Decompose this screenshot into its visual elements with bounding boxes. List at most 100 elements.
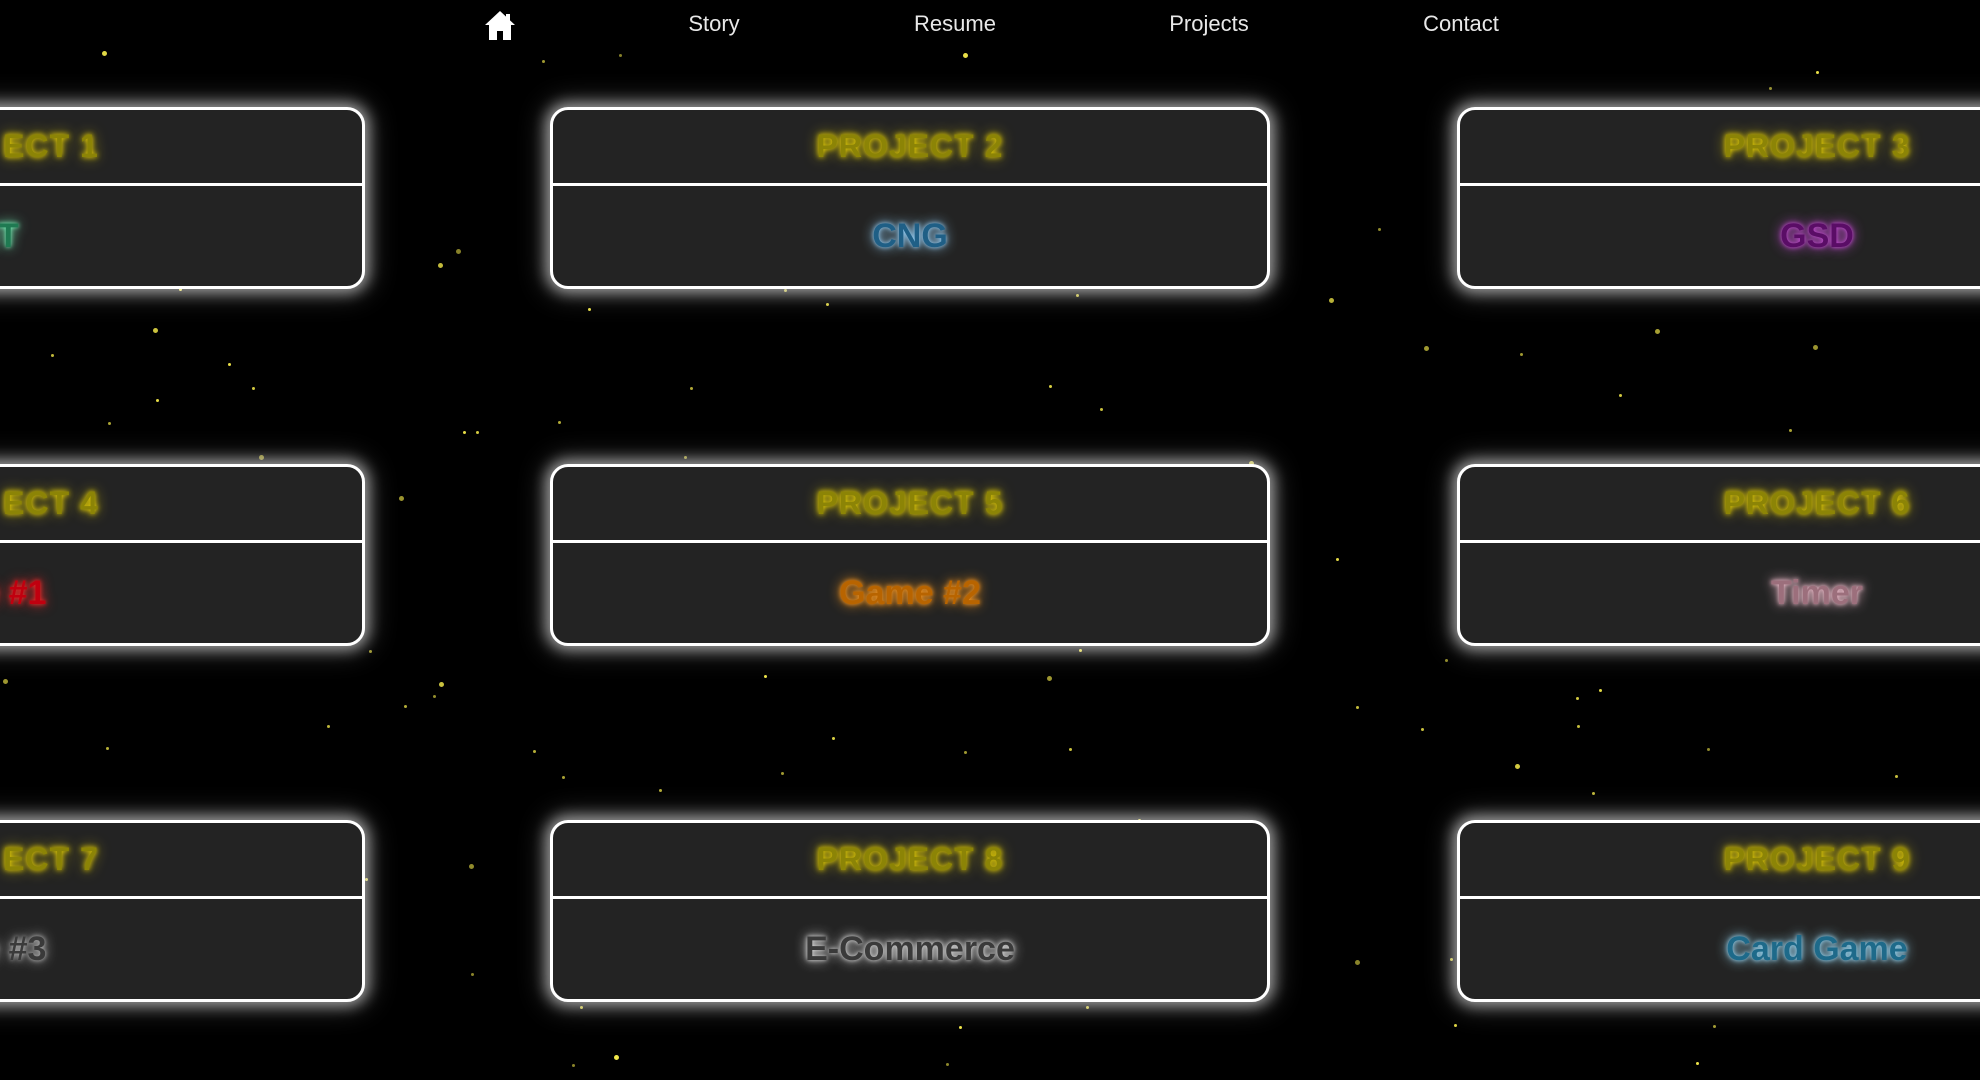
project-title: PROJECT 5 — [816, 485, 1004, 521]
star — [433, 695, 436, 698]
star — [102, 51, 107, 56]
project-name: Card Game — [1726, 929, 1908, 968]
star — [51, 354, 54, 357]
home-link[interactable] — [482, 8, 518, 44]
project-card-body: ne #1 — [0, 543, 362, 643]
projects-page: Story Resume Projects Contact ECT 1 BT P… — [0, 0, 1980, 1080]
star — [1086, 1006, 1089, 1009]
star — [1813, 345, 1818, 350]
star — [469, 864, 474, 869]
star — [659, 789, 662, 792]
project-card-7[interactable]: ECT 7 ne #3 — [0, 820, 365, 1002]
project-title: PROJECT 6 — [1723, 485, 1911, 521]
star — [259, 455, 264, 460]
nav-story[interactable]: Story — [688, 10, 739, 38]
star — [1816, 71, 1819, 74]
project-card-header: PROJECT 8 — [553, 823, 1267, 899]
star — [1577, 725, 1580, 728]
star — [562, 776, 565, 779]
project-name: ne #3 — [0, 929, 47, 968]
star — [3, 679, 8, 684]
project-card-header: PROJECT 2 — [553, 110, 1267, 186]
star — [1655, 329, 1660, 334]
star — [542, 60, 545, 63]
star — [1619, 394, 1622, 397]
star — [1329, 298, 1334, 303]
project-name: GSD — [1780, 216, 1854, 255]
project-card-header: ECT 7 — [0, 823, 362, 899]
star — [439, 682, 444, 687]
project-card-body: Game #2 — [553, 543, 1267, 643]
star — [1454, 1024, 1457, 1027]
project-card-9[interactable]: PROJECT 9 Card Game — [1457, 820, 1980, 1002]
star — [826, 303, 829, 306]
star — [365, 878, 368, 881]
project-name: CNG — [872, 216, 948, 255]
star — [1520, 353, 1523, 356]
project-card-header: ECT 1 — [0, 110, 362, 186]
project-card-1[interactable]: ECT 1 BT — [0, 107, 365, 289]
star — [588, 308, 591, 311]
project-name: Game #2 — [839, 573, 981, 612]
star — [438, 263, 443, 268]
project-card-4[interactable]: ECT 4 ne #1 — [0, 464, 365, 646]
project-card-8[interactable]: PROJECT 8 E-Commerce — [550, 820, 1270, 1002]
star — [690, 387, 693, 390]
project-title: PROJECT 3 — [1723, 128, 1911, 164]
project-card-header: PROJECT 5 — [553, 467, 1267, 543]
star — [963, 53, 968, 58]
star — [456, 249, 461, 254]
star — [1049, 385, 1052, 388]
star — [156, 399, 159, 402]
star — [1355, 960, 1360, 965]
star — [228, 363, 231, 366]
star — [959, 1026, 962, 1029]
home-icon — [485, 11, 515, 40]
star — [964, 751, 967, 754]
project-card-3[interactable]: PROJECT 3 GSD — [1457, 107, 1980, 289]
star — [153, 328, 158, 333]
star — [832, 737, 835, 740]
star — [1707, 748, 1710, 751]
star — [1576, 697, 1579, 700]
project-card-body: Timer — [1460, 543, 1980, 643]
star — [684, 456, 687, 459]
star — [781, 772, 784, 775]
star — [764, 675, 767, 678]
project-card-body: CNG — [553, 186, 1267, 286]
star — [1047, 676, 1052, 681]
star — [1599, 689, 1602, 692]
nav-projects[interactable]: Projects — [1169, 10, 1248, 38]
project-title: PROJECT 9 — [1723, 841, 1911, 877]
star — [1356, 706, 1359, 709]
project-name: E-Commerce — [805, 929, 1015, 968]
star — [1515, 764, 1520, 769]
star — [369, 650, 372, 653]
star — [1079, 649, 1082, 652]
star — [533, 750, 536, 753]
project-card-header: PROJECT 9 — [1460, 823, 1980, 899]
project-name: ne #1 — [0, 573, 47, 612]
nav-contact[interactable]: Contact — [1423, 10, 1499, 38]
star — [1450, 958, 1453, 961]
project-card-2[interactable]: PROJECT 2 CNG — [550, 107, 1270, 289]
star — [619, 54, 622, 57]
nav-resume[interactable]: Resume — [914, 10, 996, 38]
project-card-5[interactable]: PROJECT 5 Game #2 — [550, 464, 1270, 646]
star — [1789, 429, 1792, 432]
star — [106, 747, 109, 750]
star — [327, 725, 330, 728]
star — [784, 289, 787, 292]
project-card-6[interactable]: PROJECT 6 Timer — [1457, 464, 1980, 646]
project-card-body: ne #3 — [0, 899, 362, 999]
project-card-header: PROJECT 3 — [1460, 110, 1980, 186]
star — [1076, 294, 1079, 297]
star — [1769, 87, 1772, 90]
star — [1592, 792, 1595, 795]
star — [1336, 558, 1339, 561]
project-title: ECT 4 — [3, 485, 99, 521]
star — [404, 705, 407, 708]
project-title: ECT 7 — [3, 841, 99, 877]
project-card-body: GSD — [1460, 186, 1980, 286]
project-title: PROJECT 2 — [816, 128, 1004, 164]
